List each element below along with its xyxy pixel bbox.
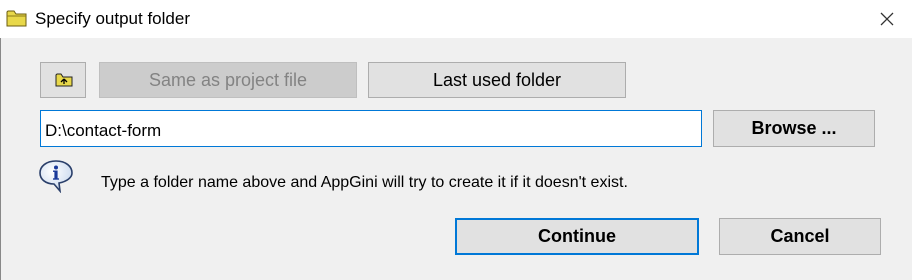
last-used-folder-button[interactable]: Last used folder	[368, 62, 626, 98]
info-icon	[39, 160, 73, 193]
specify-output-folder-dialog: Specify output folder Same as project fi…	[0, 0, 912, 280]
output-folder-input[interactable]	[40, 110, 702, 147]
window-border	[0, 38, 1, 280]
close-button[interactable]	[872, 4, 902, 34]
dialog-title: Specify output folder	[35, 9, 190, 28]
up-folder-button[interactable]	[40, 62, 86, 98]
title-bar: Specify output folder	[0, 0, 912, 38]
folder-up-icon	[55, 73, 73, 87]
browse-button[interactable]: Browse ...	[713, 110, 875, 147]
close-icon	[880, 12, 894, 26]
folder-icon	[6, 10, 27, 27]
same-as-project-file-button[interactable]: Same as project file	[99, 62, 357, 98]
cancel-button[interactable]: Cancel	[719, 218, 881, 255]
info-message: Type a folder name above and AppGini wil…	[101, 174, 628, 191]
continue-button[interactable]: Continue	[455, 218, 699, 255]
